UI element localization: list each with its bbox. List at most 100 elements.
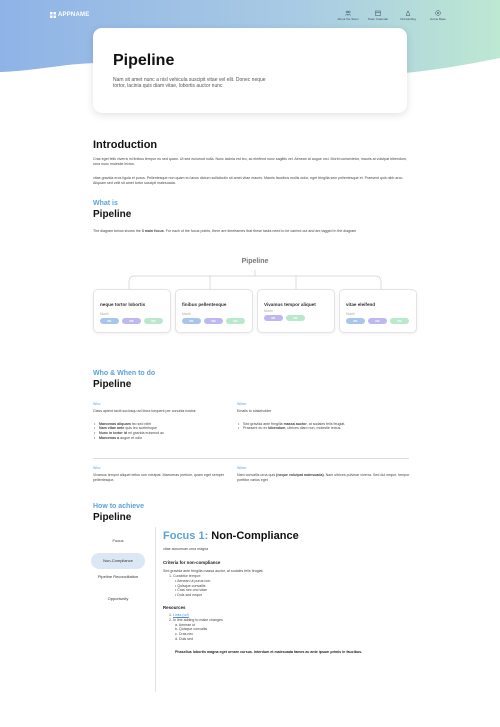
resources-heading: Resources [163,604,186,610]
subitem-text: Cras nec orci vitae [177,588,208,593]
month-pill: M3 [144,318,163,324]
item-text: quis leo scelerisque [124,426,157,431]
subitem-text: Duis sed neque [177,593,203,598]
item-text: Sed gravida ante fringilla [243,421,284,426]
when-column-2: When: Nam convallis urna quis (neque vol… [237,466,415,482]
what-eyebrow: What is [93,200,118,207]
nav-item-home-base[interactable]: Home Base [426,10,450,21]
focus-number: Focus 1: [163,530,209,542]
when-text: Emails to stakeholder [237,409,272,413]
item-text: augue et odio [119,435,142,440]
when-label: When: [237,402,247,406]
item-text: , ultrices diam non, molestie lectus. [285,426,342,431]
section-divider [93,458,409,459]
nav-label: About the Team [337,17,359,21]
intro-paragraph-2: vitae gravida eros ligula et purus. Pell… [93,176,404,185]
desc-bold: 3 main focus [141,229,164,233]
what-heading: Pipeline [93,209,132,220]
detail-footer-note: Phasellus lobortis magna eget ornare cur… [175,649,363,654]
focus-detail-title: Focus 1: Non-Compliance [163,530,413,542]
how-eyebrow: How to achieve [93,503,144,510]
focus-detail: Focus 1: Non-Compliance vitae accumsan u… [163,530,413,654]
month-label: Month [264,309,273,313]
month-pill: M2 [122,318,141,324]
resource-link[interactable]: Links (url) [173,613,189,617]
month-label: Month [182,312,191,316]
list-item: Maecenas a augue et odio [93,436,243,441]
when-label: When: [237,466,247,470]
subitem-text: Aenean ut purus non [177,578,211,583]
month-pill: M3 [226,318,245,324]
nav-item-about-team[interactable]: About the Team [336,10,360,21]
page-title: Pipeline [113,52,175,69]
item-text: , at sodales felis feugiat. [306,421,346,426]
when-column-1: When: Emails to stakeholder Sed gravida … [237,402,387,431]
who-text: Class aptent taciti sociosqu ad litora t… [93,409,197,413]
list-item: Praesent eu ex bibendum, ultrices diam n… [237,426,387,431]
sidenav-item-opportunity[interactable]: Opportunity [91,591,145,607]
criteria-subitem: • Duis sed neque [175,593,203,598]
desc-text: . For each of the focus points, there ar… [163,229,357,233]
who-text: Vivamus tempor aliquet tellus non volutp… [93,473,224,482]
month-label: Month [346,312,355,316]
item-bold: Nam vitae ante [99,426,125,431]
nav-label: Home Base [430,17,446,21]
focus-intro: vitae accumsan urna magna [163,547,209,551]
intro-heading: Introduction [93,139,158,151]
text-part: Nam convallis urna quis [237,473,277,477]
who-eyebrow: Who & When to do [93,370,156,377]
team-icon [345,10,351,16]
item-bold: Maecenas aliquam [99,421,131,426]
month-pill: M2 [286,315,305,321]
month-pill: M1 [264,315,283,321]
focus-title: Vivamus tempor aliquet [264,302,316,307]
month-label: Month [100,312,109,316]
when-text: Nam convallis urna quis (neque volutpat … [237,473,415,482]
month-pill: M3 [390,318,409,324]
criteria-heading: Criteria for non-compliance [163,560,221,565]
nav-item-onboarding[interactable]: Onboarding [396,10,420,21]
item-text: Praesent eu ex [243,426,269,431]
item-bold: Nunc in tortor id [99,431,127,436]
who-heading: Pipeline [93,379,132,390]
sidenav-item-focus[interactable]: Focus [91,533,145,549]
who-column-1: Who: Class aptent taciti sociosqu ad lit… [93,402,243,441]
sidenav-item-non-compliance[interactable]: Non-Compliance [91,553,145,569]
resource-text: In line adding to make changes [173,617,223,622]
item-bold: massa auctor [283,421,307,426]
focus-card[interactable]: neque tortor lobortis Month M1 M2 M3 [93,289,171,333]
nav-item-team-calendar[interactable]: Team Calendar [366,10,390,21]
hero-card: Pipeline Nam sit amet nunc a nisl vehicu… [93,28,407,113]
desc-text: The diagram below shows the [93,229,142,233]
focus-side-nav: Focus Non-Compliance Pipeline Reconcilia… [91,533,145,607]
sidenav-item-pipeline-reconciliation[interactable]: Pipeline Reconciliation [91,569,145,591]
focus-card[interactable]: vitae eleifend Month M1 M2 M3 [339,289,417,333]
focus-title: vitae eleifend [346,302,376,307]
item-text: mi gravida euismod ac [126,431,164,436]
focus-card[interactable]: Vivamus tempor aliquet Month M1 M2 [257,289,335,333]
subitem-text: Quisque convallis [177,583,206,588]
onboarding-icon [405,10,411,16]
month-pill: M1 [100,318,119,324]
focus-title: finibus pellentesque [182,302,227,307]
item-text: leo sed nibh [130,421,152,426]
top-nav: APPNAME About the Team Team Calendar Onb… [0,0,500,30]
brand-logo[interactable]: APPNAME [50,12,89,18]
calendar-icon [375,10,381,16]
nav-label: Onboarding [400,17,416,21]
what-description: The diagram below shows the 3 main focus… [93,229,409,234]
item-bold: bibendum [268,426,286,431]
column-divider [155,527,156,692]
how-heading: Pipeline [93,512,132,523]
page-subtitle: Nam sit amet nunc a nisl vehicula suscip… [113,77,266,89]
item-bold: Maecenas a [99,435,120,440]
month-pill: M2 [204,318,223,324]
focus-name: Non-Compliance [208,530,299,542]
home-base-icon [435,10,441,16]
focus-card[interactable]: finibus pellentesque Month M1 M2 M3 [175,289,253,333]
app-logo-icon [50,12,56,18]
month-pill: M1 [346,318,365,324]
focus-title: neque tortor lobortis [100,302,146,307]
brand-name: APPNAME [58,12,90,18]
text-bold: (neque volutpat malesuada) [276,473,324,477]
